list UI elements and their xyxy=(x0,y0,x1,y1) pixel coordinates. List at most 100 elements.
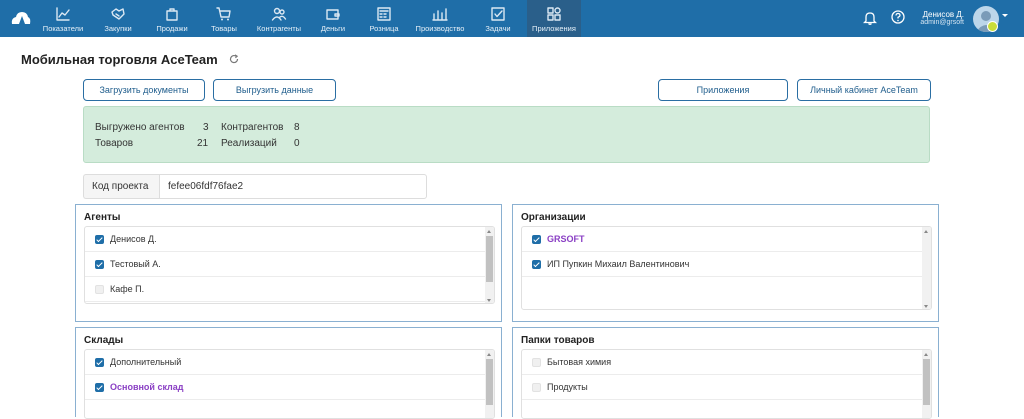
checkbox[interactable] xyxy=(532,383,541,392)
scrollbar-thumb[interactable] xyxy=(923,359,930,405)
wallet-icon xyxy=(326,9,340,20)
user-name[interactable]: Денисов Д. xyxy=(918,11,964,19)
sales-value: 0 xyxy=(294,138,300,149)
agents-list: Денисов Д. Тестовый А. Кафе П. xyxy=(84,226,495,304)
bag-icon xyxy=(166,8,178,21)
logo-icon[interactable] xyxy=(10,9,32,25)
list-item-label: Денисов Д. xyxy=(110,234,157,244)
product-folders-list: Бытовая химия Продукты xyxy=(521,349,932,419)
nav-item-tasks[interactable]: Задачи xyxy=(480,0,516,37)
panel-title: Организации xyxy=(521,212,586,223)
nav-label: Контрагенты xyxy=(256,24,302,33)
checkbox[interactable] xyxy=(532,235,541,244)
nav-item-retail[interactable]: Розница xyxy=(364,0,404,37)
scrollbar-thumb[interactable] xyxy=(486,359,493,405)
agents-label: Выгружено агентов xyxy=(95,122,185,133)
checkbox-icon xyxy=(491,7,505,21)
list-item[interactable]: Тестовый А. xyxy=(85,252,485,277)
nav-item-production[interactable]: Производство xyxy=(414,0,466,37)
organizations-list: GRSOFT ИП Пупкин Михаил Валентинович xyxy=(521,226,932,310)
agents-value: 3 xyxy=(203,122,209,133)
scrollbar[interactable] xyxy=(922,350,931,418)
people-icon xyxy=(271,7,287,21)
nav-label: Закупки xyxy=(104,24,132,33)
list-item[interactable]: Основной склад xyxy=(85,375,485,400)
top-navbar: Показатели Закупки Продажи Товары Контра… xyxy=(0,0,1024,37)
contractors-label: Контрагентов xyxy=(221,122,284,133)
export-stats-panel: Выгружено агентов 3 Контрагентов 8 Товар… xyxy=(83,106,930,163)
list-item[interactable]: Продукты xyxy=(522,375,922,400)
checkbox[interactable] xyxy=(95,383,104,392)
nav-item-money[interactable]: Деньги xyxy=(316,0,350,37)
nav-item-sales[interactable]: Продажи xyxy=(150,0,194,37)
nav-label: Приложения xyxy=(532,24,576,33)
refresh-icon[interactable] xyxy=(229,54,239,64)
nav-label: Деньги xyxy=(320,24,346,33)
list-item-label: Кафе П. xyxy=(110,284,145,294)
list-item-label: Тестовый А. xyxy=(110,259,161,269)
nav-item-apps[interactable]: Приложения xyxy=(527,0,581,37)
list-item[interactable]: Дополнительный xyxy=(85,350,485,375)
list-item-label: Дополнительный xyxy=(110,357,182,367)
panel-title: Агенты xyxy=(84,212,121,223)
checkbox[interactable] xyxy=(95,358,104,367)
applications-button[interactable]: Приложения xyxy=(658,79,788,101)
list-item-label: GRSOFT xyxy=(547,234,585,244)
status-badge xyxy=(987,21,998,32)
warehouses-list: Дополнительный Основной склад xyxy=(84,349,495,419)
list-item[interactable]: GRSOFT xyxy=(522,227,922,252)
scrollbar[interactable] xyxy=(485,227,494,303)
apps-grid-icon xyxy=(547,7,561,21)
nav-label: Задачи xyxy=(485,24,511,33)
list-item[interactable]: Денисов Д. xyxy=(85,227,485,252)
scrollbar-thumb[interactable] xyxy=(486,236,493,282)
sales-label: Реализаций xyxy=(221,138,277,149)
panel-title: Папки товаров xyxy=(521,335,595,346)
project-code-label: Код проекта xyxy=(83,174,159,199)
nav-item-purchases[interactable]: Закупки xyxy=(100,0,136,37)
chart-line-icon xyxy=(56,7,70,21)
contractors-value: 8 xyxy=(294,122,300,133)
aceteam-cabinet-button[interactable]: Личный кабинет AceTeam xyxy=(797,79,931,101)
project-code-field[interactable]: fefee06fdf76fae2 xyxy=(159,174,427,199)
upload-documents-button[interactable]: Загрузить документы xyxy=(83,79,205,101)
page-title: Мобильная торговля AceTeam xyxy=(21,52,218,67)
checkbox[interactable] xyxy=(532,358,541,367)
panel-title: Склады xyxy=(84,335,124,346)
warehouses-panel: Склады Дополнительный Основной склад xyxy=(75,327,502,419)
scrollbar[interactable] xyxy=(922,227,931,309)
nav-label: Продажи xyxy=(156,24,188,33)
user-email: admin@grsoft xyxy=(920,19,964,26)
chevron-down-icon[interactable] xyxy=(1002,14,1008,17)
checkbox[interactable] xyxy=(95,260,104,269)
list-item[interactable]: ИП Пупкин Михаил Валентинович xyxy=(522,252,922,277)
list-item[interactable]: Бытовая химия xyxy=(522,350,922,375)
download-data-button[interactable]: Выгрузить данные xyxy=(213,79,336,101)
nav-item-contractors[interactable]: Контрагенты xyxy=(254,0,304,37)
help-icon[interactable] xyxy=(891,10,905,24)
cart-icon xyxy=(216,7,231,21)
goods-value: 21 xyxy=(197,138,209,149)
nav-label: Показатели xyxy=(42,24,84,33)
goods-label: Товаров xyxy=(95,138,134,149)
organizations-panel: Организации GRSOFT ИП Пупкин Михаил Вале… xyxy=(512,204,939,322)
cash-register-icon xyxy=(377,7,391,21)
list-item-label: Бытовая химия xyxy=(547,357,612,367)
nav-label: Розница xyxy=(369,24,399,33)
list-item-label: ИП Пупкин Михаил Валентинович xyxy=(547,259,690,269)
nav-item-goods[interactable]: Товары xyxy=(206,0,242,37)
handshake-icon xyxy=(111,8,125,20)
nav-label: Товары xyxy=(211,24,237,33)
list-item-label: Продукты xyxy=(547,382,588,392)
checkbox[interactable] xyxy=(532,260,541,269)
list-item[interactable]: Кафе П. xyxy=(85,277,485,302)
checkbox[interactable] xyxy=(95,285,104,294)
nav-item-indicators[interactable]: Показатели xyxy=(40,0,86,37)
product-folders-panel: Папки товаров Бытовая химия Продукты xyxy=(512,327,939,419)
agents-panel: Агенты Денисов Д. Тестовый А. Кафе П. xyxy=(75,204,502,322)
nav-label: Производство xyxy=(415,24,465,33)
bell-icon[interactable] xyxy=(863,10,877,25)
factory-icon xyxy=(432,8,448,21)
scrollbar[interactable] xyxy=(485,350,494,418)
checkbox[interactable] xyxy=(95,235,104,244)
